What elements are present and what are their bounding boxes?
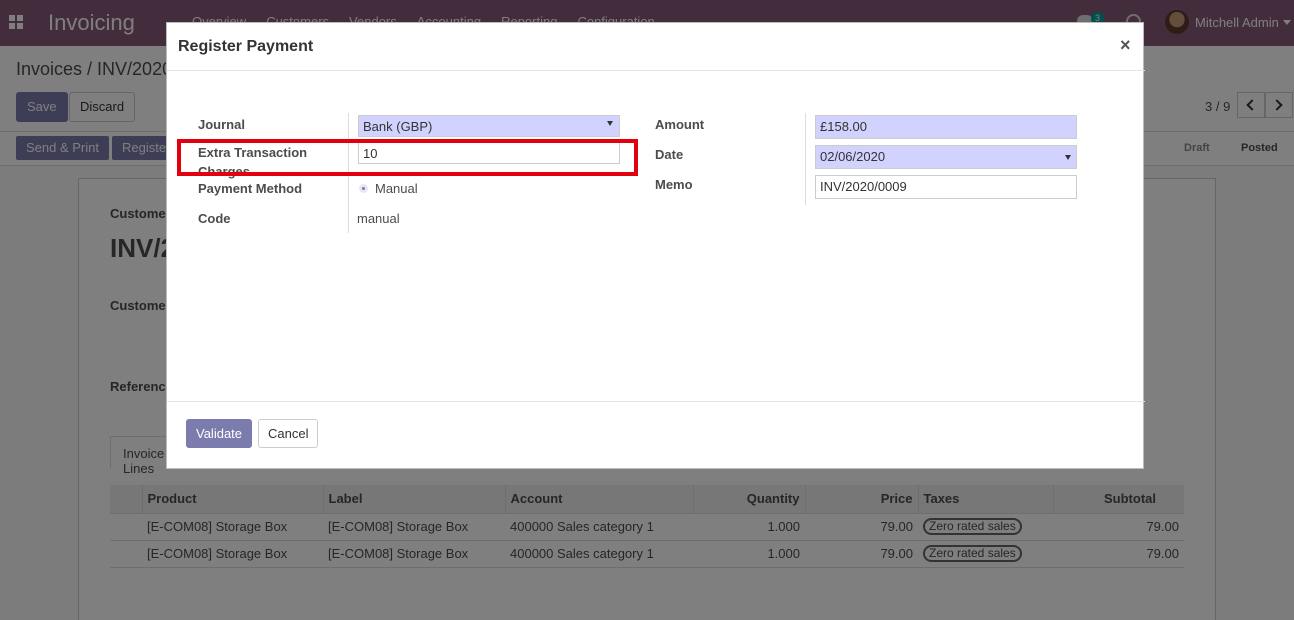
journal-select[interactable]: Bank (GBP) bbox=[358, 115, 620, 137]
highlight-annotation-box bbox=[177, 139, 638, 176]
cancel-button[interactable]: Cancel bbox=[258, 419, 319, 448]
radio-selected-icon[interactable] bbox=[359, 184, 368, 193]
code-value: manual bbox=[357, 211, 400, 226]
dialog-header: Register Payment × bbox=[167, 23, 1145, 71]
date-label: Date bbox=[655, 147, 684, 162]
date-input[interactable]: 02/06/2020 bbox=[815, 145, 1077, 169]
close-icon[interactable]: × bbox=[1120, 35, 1131, 56]
amount-label: Amount bbox=[655, 117, 705, 132]
amount-input[interactable]: £158.00 bbox=[815, 115, 1077, 139]
memo-input[interactable]: INV/2020/0009 bbox=[815, 175, 1077, 199]
validate-button[interactable]: Validate bbox=[186, 419, 253, 448]
register-payment-dialog: Register Payment × Journal Extra Transac… bbox=[166, 22, 1145, 470]
dialog-footer: Validate Cancel bbox=[167, 401, 1145, 470]
memo-label: Memo bbox=[655, 177, 693, 192]
chevron-down-icon bbox=[607, 121, 613, 126]
right-column-divider bbox=[805, 113, 806, 205]
code-label: Code bbox=[198, 211, 231, 226]
journal-label: Journal bbox=[198, 117, 245, 132]
dialog-title: Register Payment bbox=[178, 38, 314, 55]
payment-method-label: Payment Method bbox=[198, 181, 303, 196]
payment-method-manual[interactable]: Manual bbox=[375, 181, 418, 196]
chevron-down-icon bbox=[1065, 155, 1071, 160]
